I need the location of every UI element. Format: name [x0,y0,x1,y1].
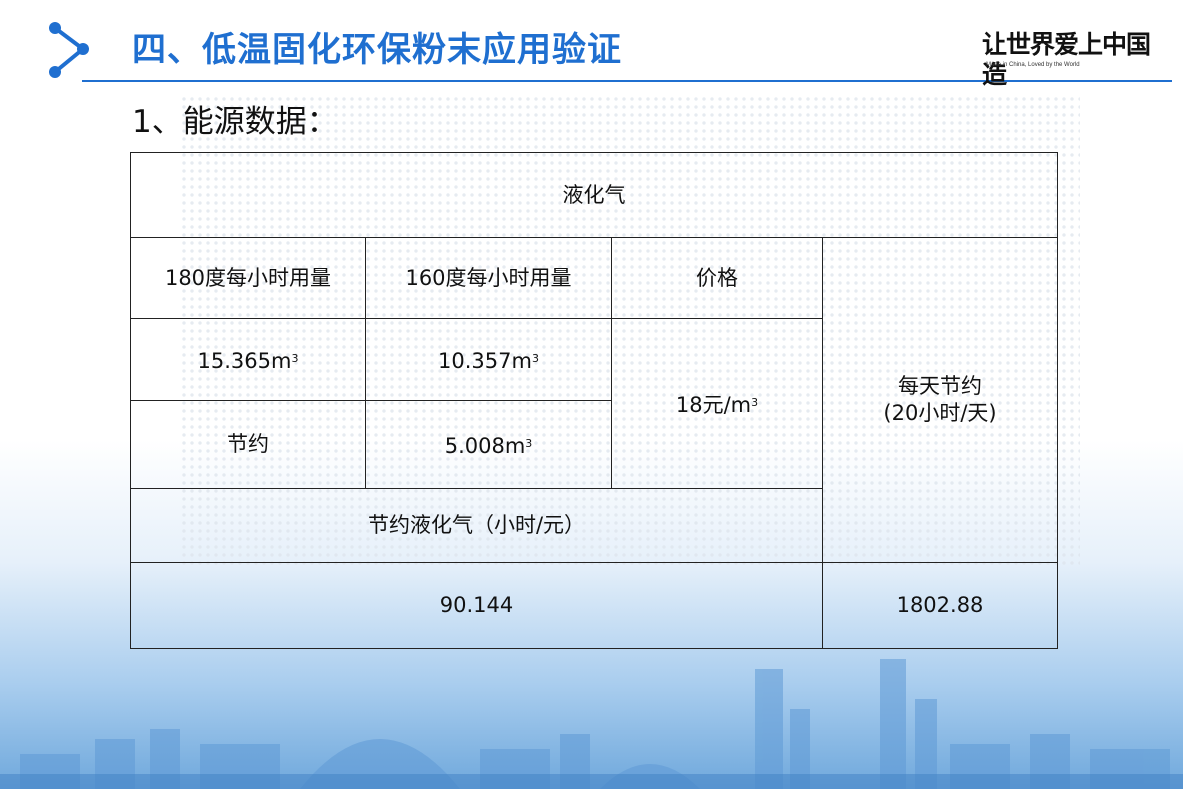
energy-data-table: 液化气 180度每小时用量 160度每小时用量 价格 每天节约 (20小时/天)… [130,152,1058,649]
col-180-header: 180度每小时用量 [130,237,366,319]
price-header: 价格 [611,237,823,319]
saving-label-cell: 节约 [130,400,366,489]
daily-saving-label-cell: 每天节约 (20小时/天) [822,237,1058,563]
brand-slogan-text: 让世界爱上中国造 [982,30,1151,89]
saving-value: 5.008m [444,433,526,458]
daily-saving-label-line2: (20小时/天) [883,401,997,425]
daily-saving-label-line1: 每天节约 [898,374,982,398]
molecule-logo-icon [49,22,89,78]
city-skyline-background [0,659,1183,789]
saving-exponent: 3 [525,436,533,450]
hourly-saving-value-cell: 90.144 [130,562,823,649]
brand-slogan: 让世界爱上中国造 [982,30,1172,90]
section-subtitle: 1、能源数据： [132,104,338,140]
price-cell: 18元/m3 [611,318,823,489]
gas-header-cell: 液化气 [130,152,1058,238]
col-160-header: 160度每小时用量 [365,237,612,319]
usage-160-exponent: 3 [531,351,539,365]
usage-180-value: 15.365m [197,348,292,373]
usage-160-value: 10.357m [438,348,532,373]
usage-180-cell: 15.365m3 [130,318,366,401]
hourly-saving-label-cell: 节约液化气（小时/元） [130,488,823,563]
saving-value-cell: 5.008m3 [365,400,612,489]
brand-tagline: Made in China, Loved by the World [986,62,1080,68]
usage-160-cell: 10.357m3 [365,318,612,401]
daily-saving-value-cell: 1802.88 [822,562,1058,649]
page-title: 四、低温固化环保粉末应用验证 [132,30,622,70]
price-value: 18元/m [675,392,752,417]
price-exponent: 3 [751,395,759,409]
usage-180-exponent: 3 [291,351,299,365]
brand-logo: 让世界爱上中国造 Made in China, Loved by the Wor… [982,30,1172,89]
